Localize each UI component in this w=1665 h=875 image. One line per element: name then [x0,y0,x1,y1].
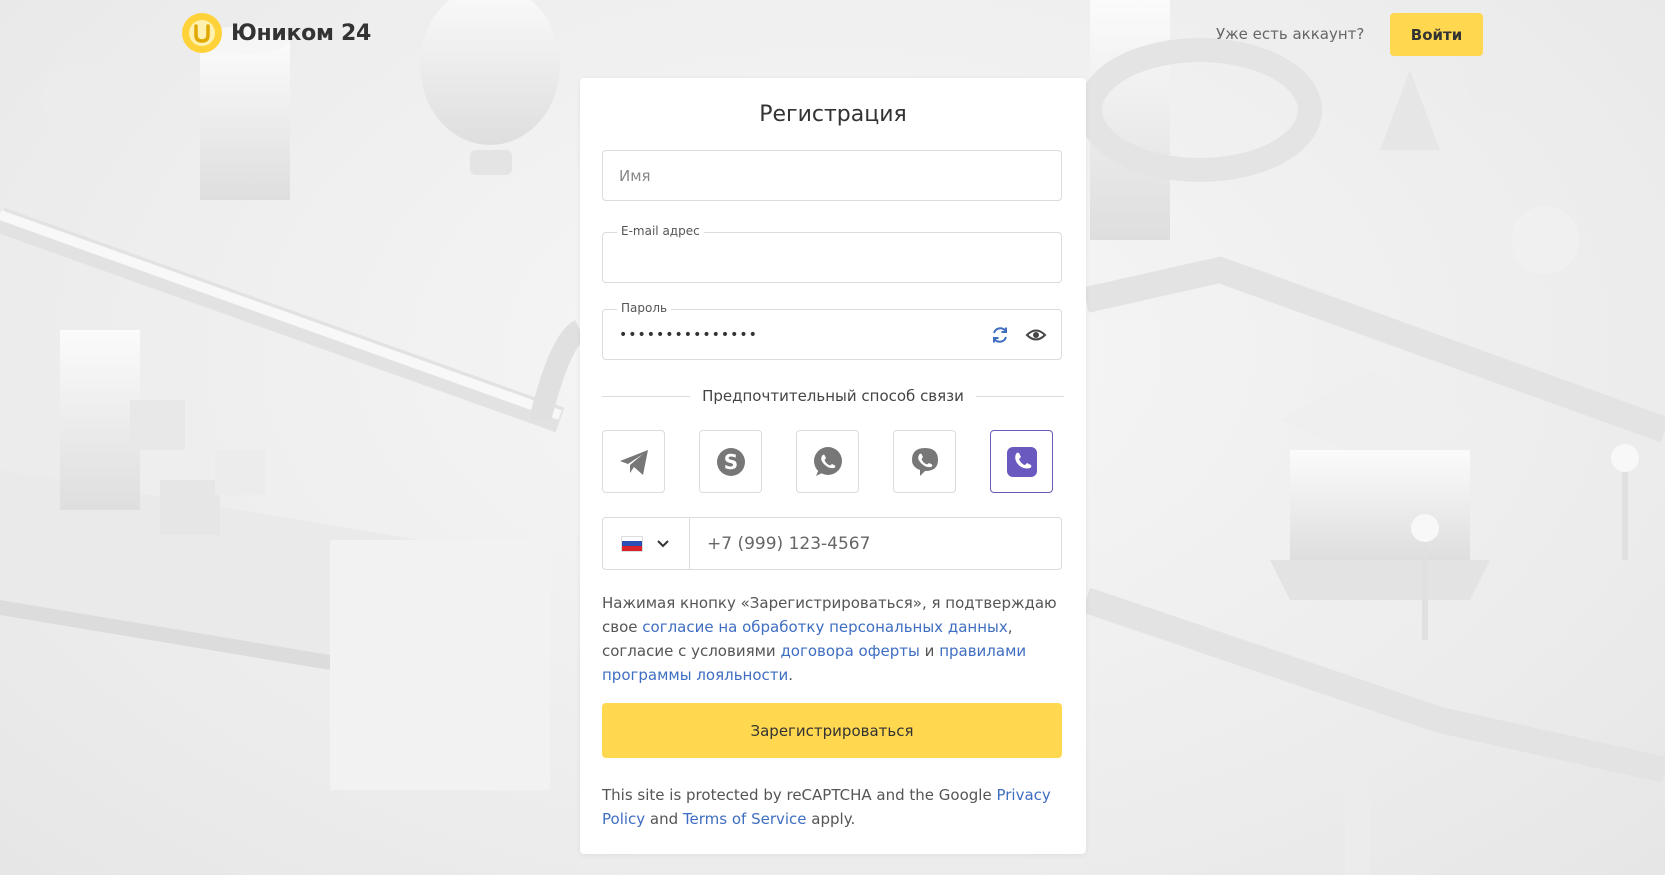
email-field[interactable]: E-mail адрес [602,224,1062,283]
already-have-account-text: Уже есть аккаунт? [1216,25,1365,43]
contact-phone[interactable] [990,430,1053,493]
recaptcha-text-part: This site is protected by reCAPTCHA and … [602,786,997,804]
phone-field [602,517,1062,570]
phone-icon [1006,446,1037,477]
contact-viber[interactable] [893,430,956,493]
whatsapp-icon [813,446,842,476]
viber-icon [911,447,938,476]
telegram-icon [619,449,648,475]
recaptcha-notice: This site is protected by reCAPTCHA and … [602,783,1062,831]
contact-method-heading: Предпочтительный способ связи [690,387,976,405]
generate-password-icon[interactable] [989,324,1011,346]
offer-agreement-link[interactable]: договора оферты [780,642,919,660]
chevron-down-icon [657,539,669,547]
password-input[interactable] [619,310,999,359]
contact-skype[interactable]: S [699,430,762,493]
recaptcha-text-part: and [645,810,683,828]
phone-input[interactable] [707,518,1047,569]
russia-flag-icon [622,536,642,551]
consent-text-part: и [919,642,940,660]
svg-text:S: S [723,450,737,474]
country-select[interactable] [603,518,690,569]
contact-methods: S [602,430,1053,493]
brand-name: Юником 24 [231,20,372,46]
registration-card: Регистрация E-mail адрес Пароль Предпочт… [580,78,1086,854]
register-button[interactable]: Зарегистрироваться [602,703,1062,758]
password-field[interactable]: Пароль [602,301,1062,360]
recaptcha-text-part: apply. [806,810,856,828]
contact-method-heading-wrap: Предпочтительный способ связи [580,387,1086,405]
terms-of-service-link[interactable]: Terms of Service [683,810,807,828]
login-button[interactable]: Войти [1390,13,1483,56]
name-field[interactable] [602,150,1062,201]
email-input[interactable] [619,233,999,282]
page-title: Регистрация [759,102,907,127]
skype-icon: S [716,447,745,476]
name-input[interactable] [619,151,999,200]
brand-logo[interactable]: Юником 24 [181,12,371,54]
contact-telegram[interactable] [602,430,665,493]
unicom-logo-icon [182,13,222,53]
top-header: Юником 24 Уже есть аккаунт? Войти [0,0,1665,70]
consent-text-part: . [788,666,794,684]
contact-whatsapp[interactable] [796,430,859,493]
show-password-icon[interactable] [1025,324,1047,346]
personal-data-consent-link[interactable]: согласие на обработку персональных данны… [642,618,1007,636]
consent-text: Нажимая кнопку «Зарегистрироваться», я п… [602,591,1062,687]
